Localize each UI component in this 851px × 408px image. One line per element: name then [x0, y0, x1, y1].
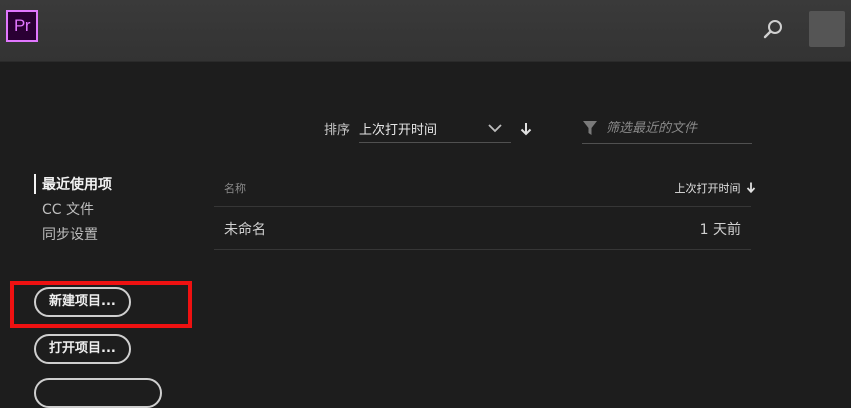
nav-item-sync-settings[interactable]: 同步设置 — [34, 224, 98, 244]
funnel-icon — [582, 120, 598, 136]
column-header-last-opened-label: 上次打开时间 — [674, 182, 741, 195]
sort-arrow-down-icon — [746, 182, 756, 193]
filter-input[interactable] — [606, 118, 746, 138]
open-project-button[interactable]: 打开项目... — [34, 334, 131, 364]
filter-field[interactable] — [582, 114, 752, 144]
file-last-opened: 1 天前 — [699, 222, 741, 238]
search-icon[interactable] — [760, 16, 786, 42]
nav-item-recent[interactable]: 最近使用项 — [34, 174, 112, 194]
chevron-down-icon — [487, 120, 503, 136]
sort-direction-down-arrow-icon[interactable] — [519, 121, 533, 136]
partial-button[interactable] — [34, 378, 162, 408]
file-name: 未命名 — [224, 222, 266, 238]
nav-item-cc-files[interactable]: CC 文件 — [34, 199, 94, 219]
new-project-button[interactable]: 新建项目... — [34, 287, 131, 317]
sort-dropdown-value: 上次打开时间 — [359, 123, 438, 138]
sort-dropdown[interactable]: 上次打开时间 — [359, 114, 511, 143]
recent-files-table: 名称 上次打开时间 未命名 1 天前 — [214, 172, 756, 250]
sort-label: 排序 — [324, 123, 351, 138]
user-avatar[interactable] — [809, 11, 845, 47]
column-header-last-opened[interactable]: 上次打开时间 — [675, 180, 757, 196]
table-header: 名称 上次打开时间 — [214, 172, 756, 207]
top-bar: Pr — [0, 0, 851, 62]
column-header-name[interactable]: 名称 — [224, 180, 246, 196]
premiere-logo: Pr — [6, 10, 38, 42]
table-row[interactable]: 未命名 1 天前 — [214, 207, 751, 250]
